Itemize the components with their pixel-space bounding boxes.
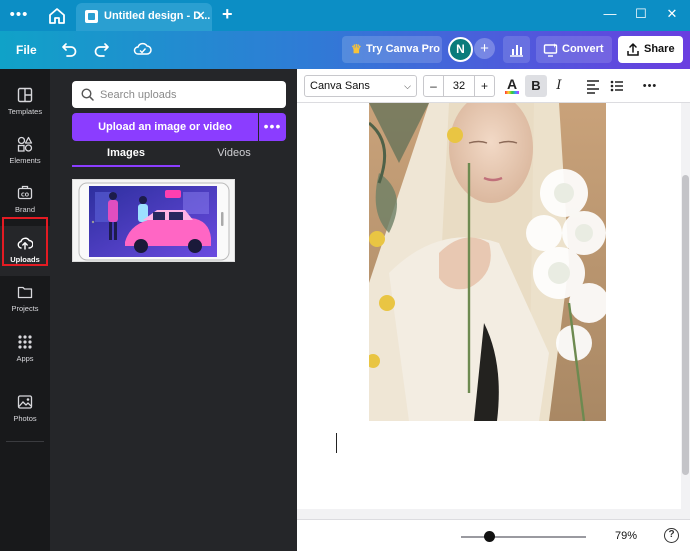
uploads-panel: Upload an image or video ••• Images Vide…	[50, 69, 297, 551]
try-canva-pro-button[interactable]: ♛ Try Canva Pro	[342, 36, 442, 63]
upload-more-options-button[interactable]: •••	[259, 113, 286, 141]
text-format-toolbar: Canva Sans ⌵ – 32 + A B I •••	[297, 69, 690, 103]
add-user-button[interactable]: +	[474, 38, 495, 59]
folder-icon	[17, 286, 33, 299]
rail-item-photos[interactable]: Photos	[0, 385, 50, 435]
bar-chart-icon	[510, 45, 523, 57]
font-size-decrease-button[interactable]: –	[424, 76, 444, 96]
new-tab-button[interactable]: +	[222, 4, 233, 25]
share-button[interactable]: Share	[618, 36, 683, 63]
tab-images[interactable]: Images	[72, 147, 180, 167]
share-upload-icon	[627, 43, 639, 56]
align-left-icon[interactable]	[582, 75, 604, 97]
more-options-button[interactable]: •••	[639, 75, 661, 97]
crown-icon: ♛	[351, 42, 362, 56]
apps-grid-icon	[18, 335, 32, 349]
document-tab[interactable]: Untitled design - D... ✕	[76, 3, 212, 31]
font-family-value: Canva Sans	[310, 80, 370, 92]
minimize-icon[interactable]: —	[600, 6, 620, 21]
cloud-saved-icon[interactable]	[133, 41, 152, 57]
tab-close-icon[interactable]: ✕	[195, 8, 206, 24]
convert-icon	[543, 43, 558, 57]
rail-divider	[6, 441, 44, 442]
status-bar: 79% ?	[297, 519, 690, 551]
search-input[interactable]	[100, 85, 280, 104]
avatar[interactable]: N	[448, 37, 473, 62]
rail-label-projects: Projects	[11, 304, 39, 313]
rail-item-elements[interactable]: Elements	[0, 127, 50, 177]
font-size-stepper: – 32 +	[423, 75, 495, 97]
rail-label-photos: Photos	[13, 414, 37, 423]
uploaded-image-thumbnail[interactable]	[72, 179, 235, 262]
rail-label-apps: Apps	[16, 354, 34, 363]
try-pro-label: Try Canva Pro	[366, 43, 440, 55]
zoom-slider-track[interactable]	[461, 536, 586, 538]
file-menu[interactable]: File	[16, 43, 37, 57]
rail-item-apps[interactable]: Apps	[0, 325, 50, 375]
text-cursor	[336, 433, 337, 453]
undo-icon[interactable]	[61, 41, 78, 57]
convert-button[interactable]: Convert	[536, 36, 612, 63]
editor-area: Canva Sans ⌵ – 32 + A B I ••• 79% ?	[297, 69, 690, 551]
home-icon[interactable]	[47, 7, 67, 25]
color-strip	[505, 91, 519, 94]
woman-with-flowers-photo[interactable]	[369, 103, 606, 421]
redo-icon[interactable]	[93, 41, 110, 57]
convert-label: Convert	[562, 43, 604, 55]
help-icon[interactable]: ?	[664, 528, 679, 543]
insights-button[interactable]	[503, 36, 530, 63]
rail-item-templates[interactable]: Templates	[0, 78, 50, 128]
menu-dots-icon[interactable]: •••	[8, 7, 30, 23]
rail-item-projects[interactable]: Projects	[0, 275, 50, 325]
horizontal-scrollbar[interactable]	[297, 509, 690, 519]
rail-label-templates: Templates	[7, 107, 43, 116]
phone-screenshot-illustration	[73, 180, 234, 261]
canva-doc-icon	[85, 10, 98, 23]
upload-media-button[interactable]: Upload an image or video	[72, 113, 258, 141]
italic-button[interactable]: I	[548, 75, 570, 97]
bold-button[interactable]: B	[525, 75, 547, 97]
rail-label-brand: Brand	[14, 205, 35, 214]
photo-icon	[17, 395, 33, 409]
close-window-icon[interactable]: ✕	[662, 6, 682, 22]
title-bar: ••• Untitled design - D... ✕ + — ☐ ✕	[0, 0, 690, 31]
left-rail: Templates Elements CO Brand Uploads Proj…	[0, 69, 50, 551]
uploads-highlight-box	[2, 217, 48, 266]
vertical-scrollbar[interactable]	[681, 103, 690, 509]
tab-videos[interactable]: Videos	[180, 147, 288, 167]
templates-icon	[17, 87, 33, 103]
brand-icon: CO	[17, 185, 33, 200]
zoom-level[interactable]: 79%	[615, 530, 637, 542]
rail-label-elements: Elements	[9, 156, 41, 165]
maximize-icon[interactable]: ☐	[631, 6, 651, 22]
vertical-scrollbar-thumb[interactable]	[682, 175, 689, 475]
search-icon	[81, 88, 94, 101]
text-color-button[interactable]: A	[501, 75, 523, 97]
svg-text:CO: CO	[21, 193, 29, 199]
font-size-increase-button[interactable]: +	[474, 76, 494, 96]
elements-icon	[17, 136, 33, 152]
font-family-select[interactable]: Canva Sans ⌵	[304, 75, 417, 97]
text-color-icon: A	[506, 76, 518, 92]
bullet-list-icon[interactable]	[606, 75, 628, 97]
share-label: Share	[644, 43, 675, 55]
font-size-value[interactable]: 32	[444, 76, 474, 96]
chevron-down-icon: ⌵	[404, 81, 411, 91]
design-page[interactable]	[297, 103, 681, 509]
search-box[interactable]	[72, 81, 286, 108]
photo-illustration	[369, 103, 606, 421]
main-toolbar: File ♛ Try Canva Pro N + Convert Share	[0, 31, 690, 69]
zoom-slider-knob[interactable]	[484, 531, 495, 542]
